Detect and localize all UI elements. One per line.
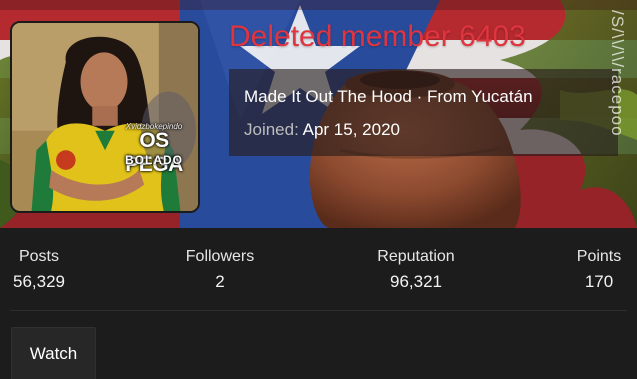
joined-info: Joined: Apr 15, 2020 (244, 120, 400, 140)
stat-followers-label: Followers (185, 248, 255, 265)
joined-date: Apr 15, 2020 (302, 120, 400, 139)
profile-info-box: Made It Out The Hood · From Yucatán Join… (229, 69, 618, 156)
avatar-image (12, 23, 198, 211)
stat-posts-label: Posts (18, 248, 59, 265)
stat-followers-value: 2 (215, 272, 225, 291)
stat-reputation-label: Reputation (377, 248, 455, 265)
cover-watermark-text: /S/\\/\\/racepoo (608, 10, 627, 137)
avatar[interactable]: Xvidzbokepindo OS PEGA BOLADO (10, 21, 200, 213)
stat-followers[interactable]: Followers 2 (180, 247, 260, 293)
profile-cover-banner: Xvidzbokepindo OS PEGA BOLADO Deleted me… (0, 0, 637, 228)
stat-reputation[interactable]: Reputation 96,321 (370, 247, 462, 293)
user-title: Made It Out The Hood · From Yucatán (244, 87, 533, 106)
watch-button[interactable]: Watch (11, 327, 96, 379)
profile-stats: Posts 56,329 Followers 2 Reputation 96,3… (0, 228, 637, 310)
stat-reputation-value: 96,321 (390, 272, 442, 291)
cover-watermark: /S/\\/\\/racepoo (602, 10, 632, 224)
stat-points[interactable]: Points 170 (572, 247, 626, 293)
stat-posts[interactable]: Posts 56,329 (10, 247, 68, 293)
profile-page: Xvidzbokepindo OS PEGA BOLADO Deleted me… (0, 0, 637, 379)
avatar-watermark-subtitle: BOLADO (125, 153, 183, 167)
stat-points-value: 170 (584, 272, 614, 291)
stat-points-label: Points (576, 248, 622, 265)
username[interactable]: Deleted member 6403 (229, 18, 526, 56)
stat-posts-value: 56,329 (13, 272, 65, 291)
stats-divider (10, 310, 627, 311)
joined-label: Joined: (244, 120, 299, 139)
